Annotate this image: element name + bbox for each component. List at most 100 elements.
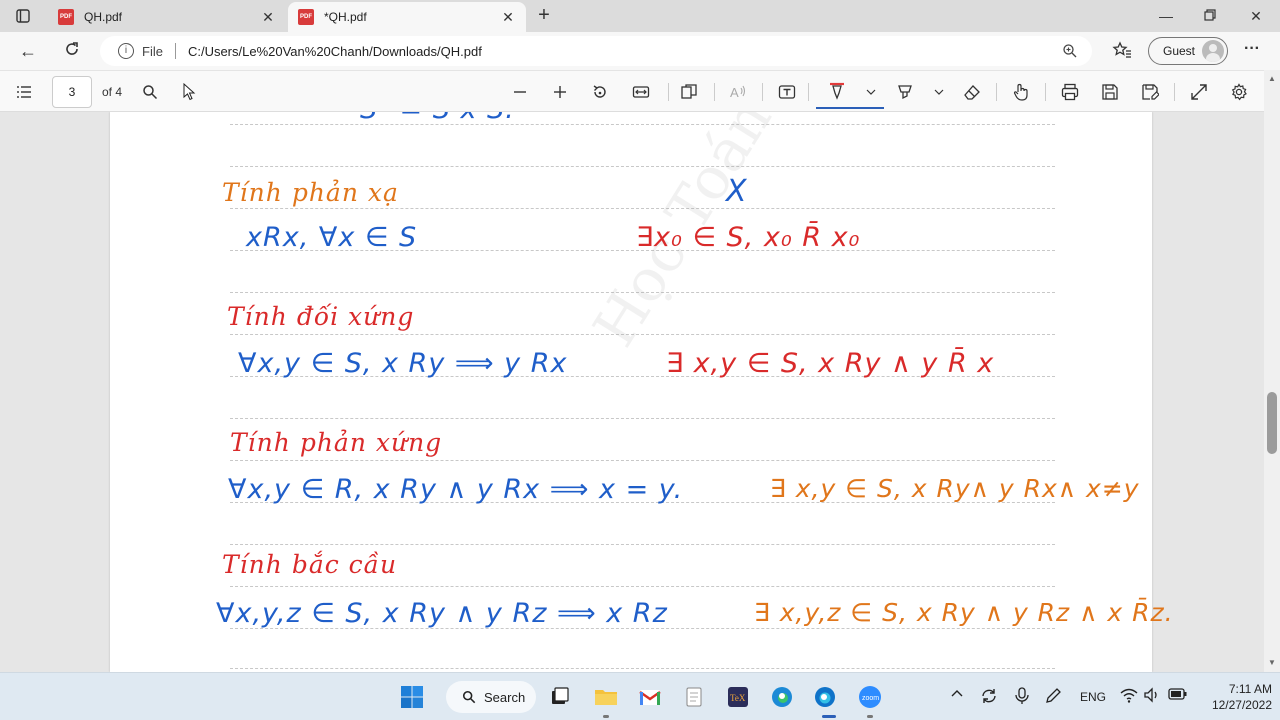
url-text[interactable]: C:/Users/Le%20Van%20Chanh/Downloads/QH.p… <box>188 44 482 59</box>
taskbar-clock[interactable]: 7:11 AM 12/27/2022 <box>1196 681 1272 713</box>
highlight-options-dropdown[interactable] <box>928 81 950 103</box>
edge-dev-button[interactable] <box>770 685 794 709</box>
restore-icon <box>1204 9 1216 21</box>
edge-button[interactable] <box>813 685 837 709</box>
read-aloud-icon: A <box>730 85 746 100</box>
negation-antisymmetric: ∃ x,y ∈ S, x Ry∧ y Rx∧ x≠y <box>770 474 1140 503</box>
print-button[interactable] <box>1059 81 1081 103</box>
touch-write-button[interactable] <box>1010 81 1032 103</box>
start-button[interactable] <box>400 685 424 709</box>
tab-actions-button[interactable] <box>10 6 36 26</box>
show-hidden-icons-button[interactable] <box>950 687 964 704</box>
section-title-transitive: Tính bắc cầu <box>222 550 398 579</box>
restore-button[interactable] <box>1198 6 1222 26</box>
minimize-button[interactable]: — <box>1154 6 1178 26</box>
save-button[interactable] <box>1099 81 1121 103</box>
scroll-up-arrow-icon[interactable]: ▲ <box>1267 74 1277 84</box>
url-divider <box>174 43 176 59</box>
pen-menu-button[interactable] <box>1044 687 1062 708</box>
page-total-label: of 4 <box>102 85 123 99</box>
zoom-app-icon: zoom <box>859 686 881 708</box>
svg-text:A: A <box>730 85 739 100</box>
full-screen-button[interactable] <box>1188 81 1210 103</box>
sync-tray-button[interactable] <box>980 687 998 708</box>
task-view-icon <box>552 687 569 704</box>
highlighter-icon <box>898 85 912 100</box>
text-box-button[interactable] <box>776 81 798 103</box>
text-box-icon <box>778 85 796 99</box>
pen-icon <box>1046 688 1061 703</box>
profile-button[interactable]: Guest <box>1148 37 1228 65</box>
contents-button[interactable] <box>13 81 35 103</box>
texstudio-icon: TeX <box>728 687 748 707</box>
search-icon <box>462 690 476 704</box>
battery-button[interactable] <box>1168 687 1188 704</box>
vertical-scrollbar[interactable]: ▲ ▼ <box>1264 70 1280 672</box>
texstudio-button[interactable]: TeX <box>726 685 750 709</box>
tab-qh-pdf[interactable]: PDF QH.pdf ✕ <box>48 2 286 32</box>
toolbar-divider <box>714 83 715 101</box>
microphone-button[interactable] <box>1014 687 1030 708</box>
page-view-button[interactable] <box>678 81 700 103</box>
more-menu-button[interactable]: ··· <box>1240 40 1264 62</box>
tab-close-button[interactable]: ✕ <box>496 9 520 26</box>
wifi-button[interactable] <box>1120 687 1138 706</box>
page-number-input[interactable]: 3 <box>52 76 92 108</box>
folder-icon <box>595 690 617 705</box>
tab-qh-pdf-modified[interactable]: PDF *QH.pdf ✕ <box>288 2 526 32</box>
eraser-icon <box>964 85 980 100</box>
gmail-button[interactable] <box>638 685 662 709</box>
save-icon <box>1102 84 1118 100</box>
statement-antisymmetric: ∀x,y ∈ R, x Ry ∧ y Rx ⟹ x = y. <box>228 474 684 505</box>
file-explorer-button[interactable] <box>594 685 618 709</box>
draw-button[interactable] <box>826 81 848 103</box>
task-view-button[interactable] <box>548 685 572 709</box>
battery-icon <box>1168 688 1187 700</box>
zoom-app-button[interactable]: zoom <box>858 685 882 709</box>
erase-button[interactable] <box>961 81 983 103</box>
pdf-viewer[interactable]: Học Toán học lại S² = S x S. Tính phản x… <box>0 112 1264 672</box>
volume-button[interactable] <box>1143 687 1161 706</box>
tab-strip: PDF QH.pdf ✕ PDF *QH.pdf ✕ + — ✕ <box>0 0 1280 32</box>
language-indicator[interactable]: ENG <box>1080 690 1106 704</box>
plus-icon <box>554 86 566 98</box>
fit-width-button[interactable] <box>630 81 652 103</box>
notepad-icon <box>686 687 702 707</box>
rotate-button[interactable] <box>589 81 611 103</box>
settings-button[interactable] <box>1228 81 1250 103</box>
pdf-file-icon: PDF <box>298 9 314 25</box>
save-as-icon <box>1142 84 1159 100</box>
list-icon <box>17 86 31 98</box>
negation-symmetric: ∃ x,y ∈ S, x Ry ∧ y R̄ x <box>666 348 995 379</box>
section-title-antisymmetric: Tính phản xứng <box>230 428 443 457</box>
zoom-in-button[interactable] <box>549 81 571 103</box>
gmail-icon <box>639 690 661 705</box>
notepad-button[interactable] <box>682 685 706 709</box>
chevron-up-icon <box>951 690 963 697</box>
new-tab-button[interactable]: + <box>533 4 555 26</box>
expand-icon <box>1191 84 1207 100</box>
find-button[interactable] <box>139 81 161 103</box>
negation-transitive: ∃ x,y,z ∈ S, x Ry ∧ y Rz ∧ x R̄z. <box>754 598 1174 627</box>
tab-close-button[interactable]: ✕ <box>256 9 280 26</box>
save-as-button[interactable] <box>1139 81 1161 103</box>
windows-logo-icon <box>401 686 423 708</box>
url-input[interactable]: i File C:/Users/Le%20Van%20Chanh/Downloa… <box>100 36 1092 66</box>
search-icon <box>143 85 158 100</box>
favorites-button[interactable] <box>1112 40 1136 62</box>
gear-icon <box>1231 83 1247 101</box>
highlight-button[interactable] <box>894 81 916 103</box>
info-icon[interactable]: i <box>118 43 134 59</box>
back-button[interactable]: ← <box>16 40 40 62</box>
scroll-down-arrow-icon[interactable]: ▼ <box>1267 658 1277 668</box>
read-aloud-button[interactable]: A <box>727 81 749 103</box>
zoom-out-button[interactable] <box>509 81 531 103</box>
statement-reflexive: xRx, ∀x ∈ S <box>246 222 418 253</box>
refresh-button[interactable] <box>60 40 84 62</box>
close-window-button[interactable]: ✕ <box>1244 6 1268 26</box>
ruling-line <box>230 544 1055 545</box>
taskbar-search[interactable]: Search <box>446 681 536 713</box>
scroll-thumb[interactable] <box>1267 392 1277 454</box>
draw-options-dropdown[interactable] <box>860 81 882 103</box>
zoom-icon[interactable] <box>1062 43 1078 59</box>
